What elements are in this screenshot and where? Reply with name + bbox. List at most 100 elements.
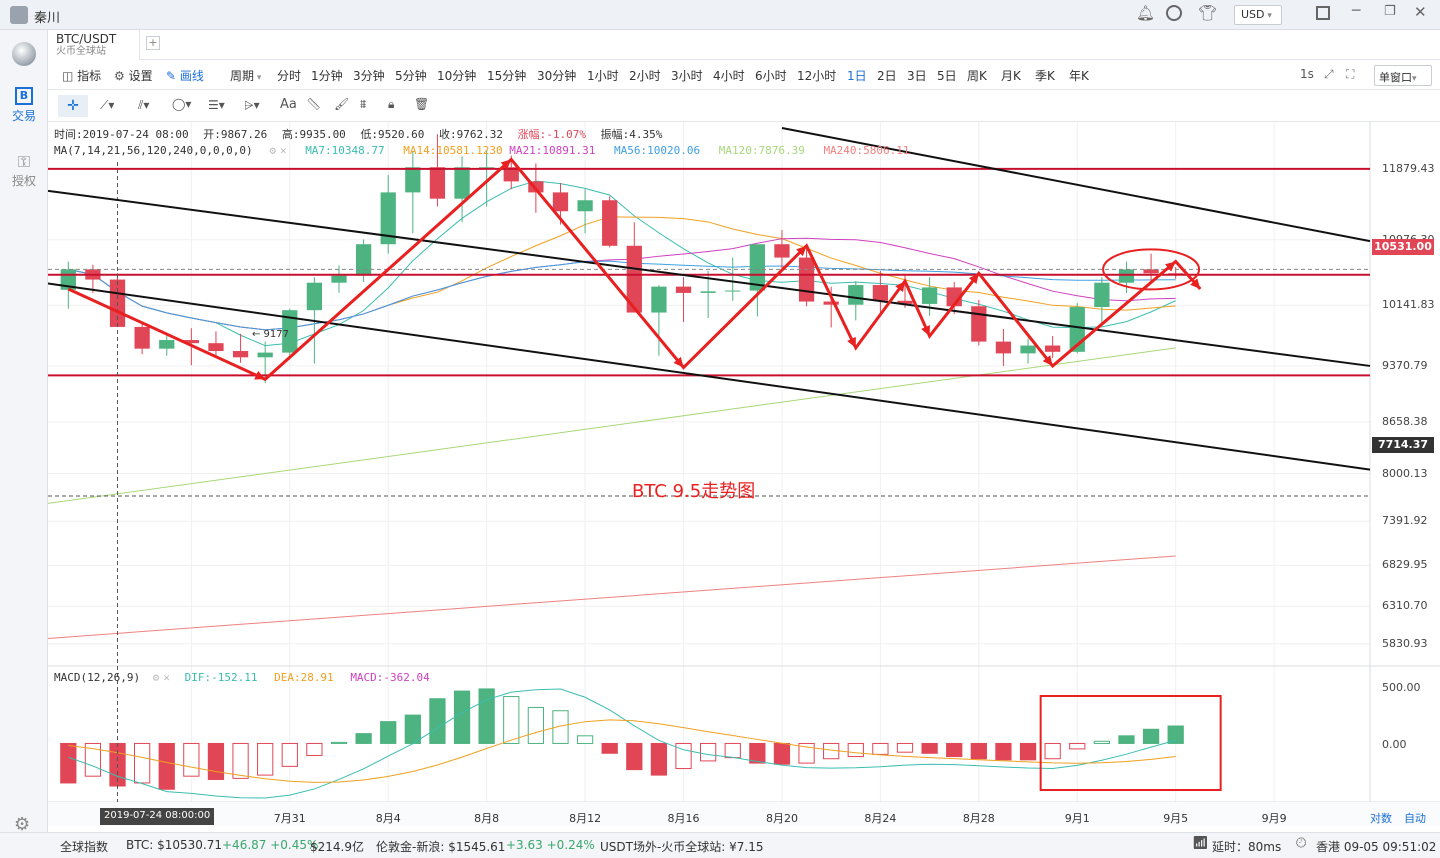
tab-btc-usdt[interactable]: BTC/USDT 火币全球站	[48, 30, 140, 60]
candle-body	[454, 167, 470, 199]
fib-tool-icon[interactable]: ☰▾	[208, 98, 225, 112]
period-20[interactable]: 年K	[1069, 67, 1089, 84]
macd-bar	[601, 742, 618, 754]
candle-body	[1045, 345, 1061, 352]
close-icon[interactable]: ✕	[1414, 3, 1427, 21]
period-18[interactable]: 月K	[1001, 67, 1021, 84]
macd-bar	[453, 690, 471, 744]
ma-close-icon[interactable]: ✕	[280, 144, 287, 157]
trendline-tool-icon[interactable]: ⟋▾	[100, 98, 114, 113]
price-tick: 6829.95	[1382, 558, 1428, 572]
candle-body	[798, 257, 815, 302]
title-bar: 秦川 🔔︎ 👕︎ USD ▾ ─ ❐ ✕	[0, 0, 1440, 30]
avatar-icon[interactable]	[10, 6, 28, 24]
period-11[interactable]: 6小时	[755, 67, 787, 84]
pattern-tool-icon[interactable]: ⩥▾	[244, 98, 260, 113]
candle-body	[774, 244, 790, 258]
index-label: 全球指数	[60, 840, 109, 854]
period-3[interactable]: 5分钟	[395, 67, 427, 84]
candle-body	[355, 244, 372, 276]
candle-body	[208, 343, 224, 352]
channel-lower	[48, 282, 1371, 471]
macd-bar	[60, 742, 77, 784]
logo-icon	[12, 42, 36, 66]
layout-icon[interactable]	[1316, 6, 1330, 20]
restore-icon[interactable]: ❐	[1384, 4, 1396, 19]
candle-body	[995, 341, 1012, 354]
nav-trade-label: 交易	[11, 109, 36, 123]
macd-bar	[355, 733, 372, 744]
window-mode-select[interactable]: 单窗口▾	[1374, 65, 1432, 86]
date-tick: 9月5	[1163, 812, 1189, 825]
period-9[interactable]: 3小时	[671, 67, 703, 84]
period-17[interactable]: 周K	[967, 67, 987, 84]
period-8[interactable]: 2小时	[629, 67, 661, 84]
period-4[interactable]: 10分钟	[437, 67, 476, 84]
period-2[interactable]: 3分钟	[353, 67, 385, 84]
draw-button[interactable]: ✎ 画线	[166, 67, 204, 84]
shirt-icon[interactable]: 👕︎	[1198, 4, 1217, 22]
fullscreen-icon[interactable]: ⤢	[1324, 67, 1334, 82]
ma-settings-icon[interactable]: ⚙	[269, 144, 276, 157]
period-16[interactable]: 5日	[937, 67, 957, 84]
ohlc-low: 低:9520.60	[360, 128, 425, 141]
ohlc-change: 涨幅:-1.07%	[517, 128, 587, 141]
period-5[interactable]: 15分钟	[487, 67, 526, 84]
trade-icon: B	[15, 87, 33, 105]
ma120-value: MA120:7876.39	[718, 144, 805, 157]
magnet-tool-icon[interactable]: ⩩	[360, 97, 366, 112]
auto-scale-toggle[interactable]: 自动	[1404, 810, 1426, 826]
macd-legend: MACD(12,26,9) ⚙ ✕ DIF:-152.11 DEA:28.91 M…	[54, 671, 430, 684]
btc-volume: $214.9亿	[310, 840, 364, 854]
ma21-value: MA21:10891.31	[509, 144, 596, 157]
period-15[interactable]: 3日	[907, 67, 927, 84]
period-0[interactable]: 分时	[277, 67, 301, 84]
ruler-tool-icon[interactable]: 📏︎	[306, 97, 321, 111]
macd-bar	[576, 735, 594, 744]
currency-select[interactable]: USD ▾	[1234, 5, 1282, 25]
chevron-down-icon: ▾	[1264, 11, 1272, 21]
period-dropdown[interactable]: 周期 ▾	[230, 67, 261, 84]
macd-bar	[1167, 725, 1184, 744]
period-1[interactable]: 1分钟	[311, 67, 343, 84]
ellipse-tool-icon[interactable]: ◯▾	[172, 97, 191, 111]
period-6[interactable]: 30分钟	[537, 67, 576, 84]
brush-tool-icon[interactable]: 🖌︎	[334, 97, 349, 111]
add-tab-button[interactable]: +	[146, 36, 160, 50]
period-12[interactable]: 12小时	[797, 67, 836, 84]
chart-area[interactable]: 时间:2019-07-24 08:00 开:9867.26 高:9935.00 …	[48, 122, 1440, 826]
macd-bar	[921, 742, 938, 754]
macd-settings-icon[interactable]: ⚙	[153, 671, 160, 684]
period-13[interactable]: 1日	[847, 67, 867, 84]
refresh-rate[interactable]: 1s	[1300, 67, 1314, 81]
settings-button[interactable]: ⚙ 设置	[114, 67, 153, 84]
crosshair-tool-icon[interactable]: ✛	[58, 95, 88, 117]
indicator-button[interactable]: ◫ 指标	[62, 67, 101, 84]
macd-bar	[404, 714, 421, 744]
macd-close-icon[interactable]: ✕	[163, 671, 170, 684]
channel-tool-icon[interactable]: ⫽▾	[138, 98, 149, 113]
log-scale-toggle[interactable]: 对数	[1370, 810, 1392, 826]
chat-icon[interactable]	[1166, 5, 1182, 21]
period-19[interactable]: 季K	[1035, 67, 1055, 84]
indicator-label: 指标	[77, 69, 102, 83]
ohlc-header: 时间:2019-07-24 08:00 开:9867.26 高:9935.00 …	[54, 126, 662, 142]
chart-svg[interactable]	[48, 122, 1440, 826]
macd-bar	[207, 742, 225, 780]
candle-body	[651, 286, 667, 313]
period-14[interactable]: 2日	[877, 67, 897, 84]
user-name[interactable]: 秦川	[34, 7, 60, 26]
nav-trade[interactable]: B 交易	[0, 82, 48, 132]
trash-icon[interactable]: 🗑︎	[414, 97, 429, 111]
period-10[interactable]: 4小时	[713, 67, 745, 84]
nav-auth[interactable]: ⚿ 授权	[0, 148, 48, 198]
low-price-marker: ← 9177	[252, 329, 290, 340]
screenshot-icon[interactable]: ⛶	[1346, 67, 1354, 82]
lock-tool-icon[interactable]: 🔒︎	[388, 97, 394, 112]
minimize-icon[interactable]: ─	[1352, 3, 1360, 19]
macd-bar	[134, 742, 151, 784]
period-7[interactable]: 1小时	[587, 67, 619, 84]
bell-icon[interactable]: 🔔︎	[1136, 4, 1155, 22]
text-tool[interactable]: Aa	[280, 97, 297, 112]
candle-body	[306, 282, 323, 311]
